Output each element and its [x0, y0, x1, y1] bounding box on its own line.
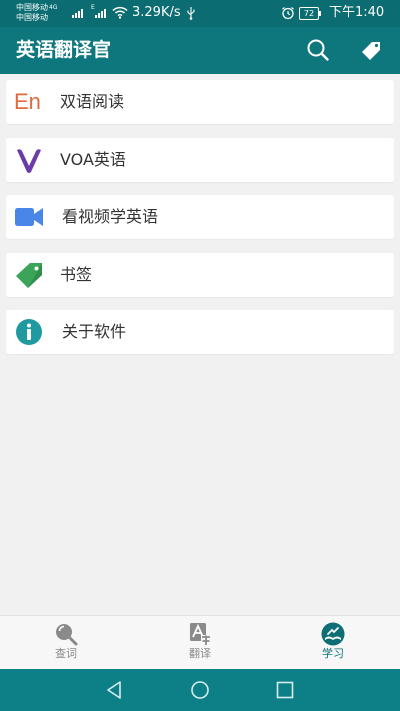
translate-icon: [190, 623, 211, 645]
status-bar: 中国移动4G 中国移动 E 3.29K/s 72 下午1:40: [0, 0, 400, 27]
signal-e-label: E: [91, 4, 95, 11]
network-speed: 3.29K/s: [132, 5, 181, 20]
carrier-info: 中国移动4G 中国移动: [16, 3, 57, 23]
usb-icon: [187, 7, 195, 20]
info-icon: [16, 319, 42, 345]
list-item-voa-english[interactable]: VOA英语: [6, 137, 394, 182]
bookmark-tag-icon: [16, 262, 42, 288]
carrier-1: 中国移动: [16, 3, 48, 12]
system-nav-bar: [0, 669, 400, 711]
nav-translate[interactable]: 翻译: [170, 622, 230, 661]
back-icon[interactable]: [105, 680, 125, 700]
list-item-label: 书签: [60, 264, 93, 284]
list-item-label: 关于软件: [62, 322, 127, 341]
home-icon[interactable]: [190, 680, 210, 700]
tag-icon[interactable]: [359, 39, 383, 63]
carrier-2: 中国移动: [16, 13, 48, 22]
bottom-nav: 查词 翻译 学习: [0, 615, 400, 669]
nav-study[interactable]: 学习: [303, 622, 363, 661]
wifi-icon: [112, 6, 128, 19]
study-book-icon: [321, 622, 345, 646]
list-item-label: 看视频学英语: [62, 207, 159, 226]
list-item-label: 双语阅读: [60, 92, 125, 111]
signal-icon-2: E: [91, 5, 106, 18]
app-bar: 英语翻译官: [0, 27, 400, 74]
recents-icon[interactable]: [275, 680, 295, 700]
nav-label: 查词: [55, 647, 77, 660]
list-item-bookmarks[interactable]: 书签: [6, 252, 394, 297]
list-item-label: VOA英语: [60, 149, 126, 169]
list-item-about[interactable]: 关于软件: [6, 310, 394, 354]
magnifier-icon: [56, 624, 78, 646]
search-icon[interactable]: [305, 37, 331, 63]
app-title: 英语翻译官: [16, 39, 112, 61]
signal-icon: [72, 7, 83, 18]
battery-indicator: 72: [299, 7, 321, 20]
study-list: En 双语阅读 VOA英语 看视频学英语 书签 关于软件: [6, 80, 394, 368]
nav-label: 翻译: [189, 647, 211, 660]
en-text-icon: En: [14, 89, 41, 114]
nav-query[interactable]: 查词: [36, 622, 96, 661]
status-time: 下午1:40: [329, 5, 385, 20]
video-camera-icon: [15, 208, 43, 226]
alarm-icon: [282, 7, 294, 20]
carrier-1-network: 4G: [49, 4, 58, 11]
nav-label: 学习: [322, 647, 344, 660]
list-item-bilingual-reading[interactable]: En 双语阅读: [6, 80, 394, 124]
voa-v-icon: [17, 148, 41, 173]
list-item-video-english[interactable]: 看视频学英语: [6, 195, 394, 239]
